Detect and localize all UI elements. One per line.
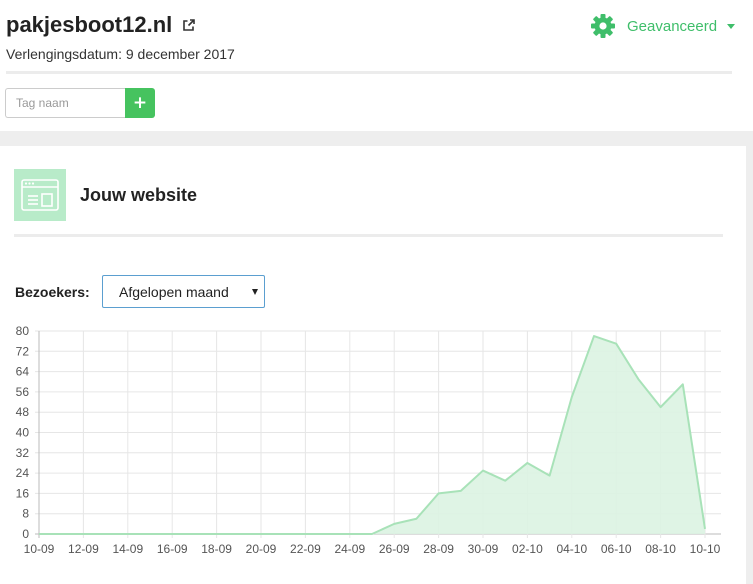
x-tick-label: 10-10 [690, 542, 721, 556]
x-tick-label: 12-09 [68, 542, 99, 556]
x-tick-label: 10-09 [24, 542, 55, 556]
data-point [149, 533, 151, 535]
x-tick-label: 04-10 [556, 542, 587, 556]
y-tick-label: 32 [16, 446, 30, 460]
data-point [415, 518, 417, 520]
y-tick-label: 40 [16, 426, 30, 440]
data-point [304, 533, 306, 535]
x-tick-label: 28-09 [423, 542, 454, 556]
y-tick-label: 8 [22, 507, 29, 521]
y-tick-label: 24 [16, 466, 30, 480]
data-point [504, 480, 506, 482]
data-point [637, 378, 639, 380]
data-point [193, 533, 195, 535]
data-point [238, 533, 240, 535]
x-tick-label: 06-10 [601, 542, 632, 556]
x-tick-label: 22-09 [290, 542, 321, 556]
y-tick-label: 0 [22, 527, 29, 541]
data-point [438, 492, 440, 494]
x-tick-label: 14-09 [112, 542, 143, 556]
data-point [349, 533, 351, 535]
visitors-chart: 0 8 16 24 32 40 48 56 64 72 80 10-09 12-09 14-09 16-09… [16, 324, 721, 556]
data-point [371, 533, 373, 535]
data-point [704, 528, 706, 530]
data-point [127, 533, 129, 535]
x-tick-label: 26-09 [379, 542, 410, 556]
data-point [393, 523, 395, 525]
data-point [60, 533, 62, 535]
x-tick-label: 24-09 [334, 542, 365, 556]
x-tick-label: 16-09 [157, 542, 188, 556]
data-point [593, 335, 595, 337]
data-point [216, 533, 218, 535]
x-tick-label: 08-10 [645, 542, 676, 556]
data-point [526, 462, 528, 464]
x-tick-label: 30-09 [468, 542, 499, 556]
data-point [82, 533, 84, 535]
data-point [682, 383, 684, 385]
y-tick-label: 56 [16, 385, 30, 399]
data-point [282, 533, 284, 535]
y-tick-label: 16 [16, 486, 30, 500]
data-point [549, 475, 551, 477]
y-tick-label: 64 [16, 365, 30, 379]
data-point [327, 533, 329, 535]
y-tick-label: 72 [16, 344, 30, 358]
visitors-area [39, 336, 705, 534]
data-point [171, 533, 173, 535]
data-point [571, 396, 573, 398]
x-tick-label: 20-09 [246, 542, 277, 556]
y-tick-label: 80 [16, 324, 30, 338]
data-point [460, 490, 462, 492]
data-point [615, 343, 617, 345]
data-point [38, 533, 40, 535]
data-point [482, 470, 484, 472]
data-point [105, 533, 107, 535]
data-point [660, 406, 662, 408]
y-tick-label: 48 [16, 405, 30, 419]
data-point [260, 533, 262, 535]
x-tick-label: 02-10 [512, 542, 543, 556]
x-tick-label: 18-09 [201, 542, 232, 556]
